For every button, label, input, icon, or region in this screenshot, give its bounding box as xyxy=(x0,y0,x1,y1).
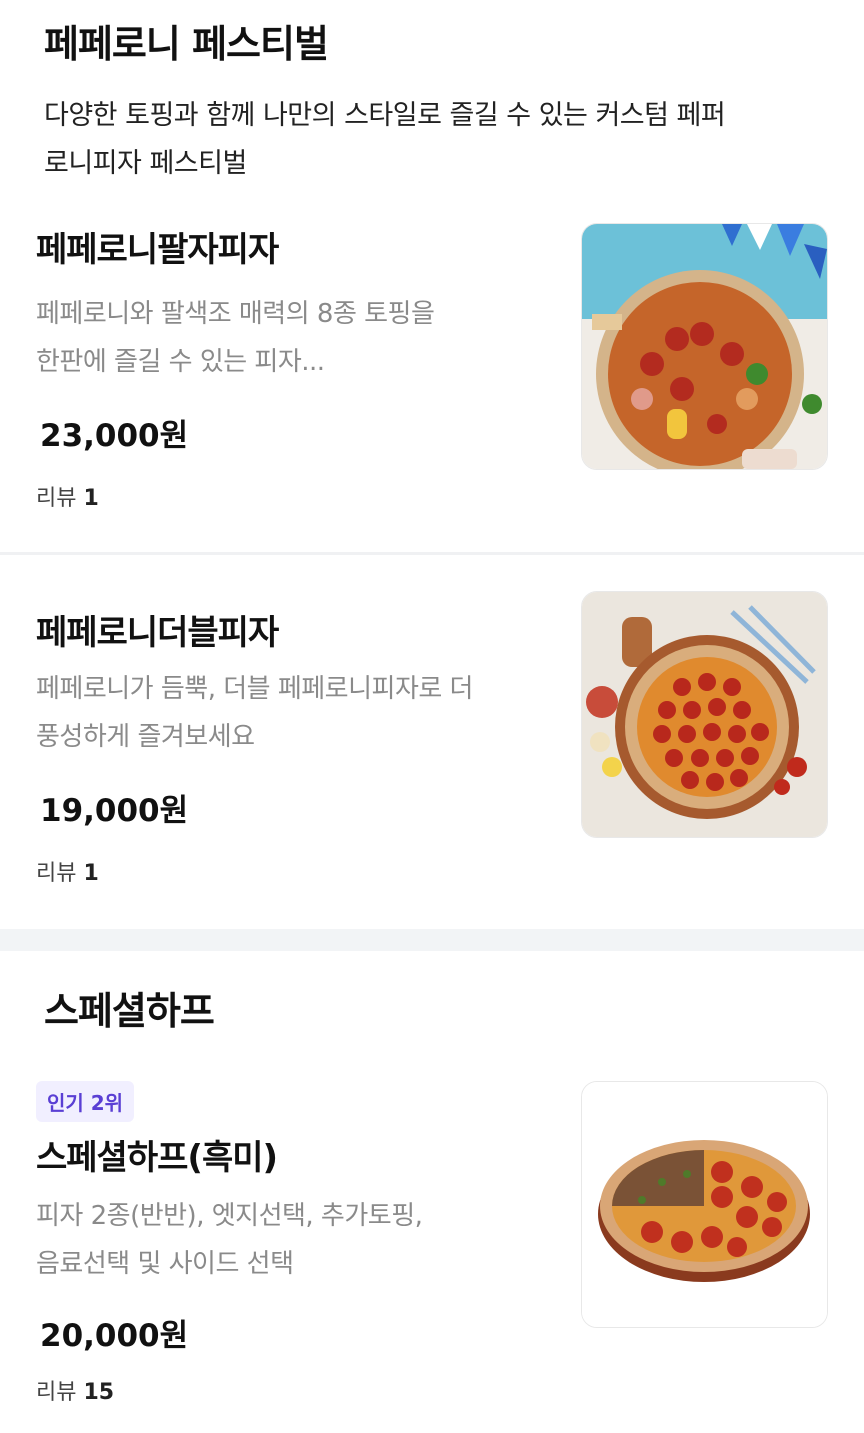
review-count: 15 xyxy=(83,1380,115,1405)
menu-item-description: 페페로니와 팔색조 매력의 8종 토핑을 한판에 즐길 수 있는 피자... xyxy=(36,290,556,386)
festival-section-title: 페페로니 페스티벌 xyxy=(44,22,329,66)
menu-item-pepperoni-palja[interactable]: 페페로니팔자피자 페페로니와 팔색조 매력의 8종 토핑을 한판에 즐길 수 있… xyxy=(0,188,864,552)
festival-description-line-1: 다양한 토핑과 함께 나만의 스타일로 즐길 수 있는 커스텀 페퍼 xyxy=(44,100,726,131)
menu-item-description-line: 한판에 즐길 수 있는 피자... xyxy=(36,347,325,377)
pizza-thumbnail-image[interactable] xyxy=(581,1081,828,1328)
review-label: 리뷰 xyxy=(36,861,77,886)
review-label: 리뷰 xyxy=(36,486,77,511)
menu-item-pepperoni-double[interactable]: 페페로니더블피자 페페로니가 듬뿍, 더블 페페로니피자로 더 풍성하게 즐겨보… xyxy=(0,555,864,929)
popularity-badge: 인기 2위 xyxy=(36,1081,135,1122)
review-count: 1 xyxy=(83,861,99,886)
menu-item-review-count: 리뷰 15 xyxy=(36,1378,828,1408)
review-label: 리뷰 xyxy=(36,1380,77,1405)
special-section-title: 스페셜하프 xyxy=(44,989,215,1033)
festival-section-header: 페페로니 페스티벌 다양한 토핑과 함께 나만의 스타일로 즐길 수 있는 커스… xyxy=(0,0,864,188)
festival-section-description: 다양한 토핑과 함께 나만의 스타일로 즐길 수 있는 커스텀 페퍼 로니피자 … xyxy=(44,92,820,188)
pizza-thumbnail-image[interactable] xyxy=(581,223,828,470)
menu-item-description: 피자 2종(반반), 엣지선택, 추가토핑, 음료선택 및 사이드 선택 xyxy=(36,1192,556,1288)
menu-item-description-line: 페페로니가 듬뿍, 더블 페페로니피자로 더 xyxy=(36,674,473,704)
menu-item-review-count: 리뷰 1 xyxy=(36,484,828,514)
menu-item-description-line: 페페로니와 팔색조 매력의 8종 토핑을 xyxy=(36,299,435,329)
pizza-thumbnail-image[interactable] xyxy=(581,591,828,838)
special-section-header: 스페셜하프 xyxy=(0,951,864,1037)
menu-item-review-count: 리뷰 1 xyxy=(36,859,828,889)
menu-item-description-line: 음료선택 및 사이드 선택 xyxy=(36,1249,294,1279)
menu-item-description-line: 피자 2종(반반), 엣지선택, 추가토핑, xyxy=(36,1201,423,1231)
section-divider xyxy=(0,929,864,951)
review-count: 1 xyxy=(83,486,99,511)
menu-item-description: 페페로니가 듬뿍, 더블 페페로니피자로 더 풍성하게 즐겨보세요 xyxy=(36,665,556,761)
menu-item-description-line: 풍성하게 즐겨보세요 xyxy=(36,722,255,752)
festival-description-line-2: 로니피자 페스티벌 xyxy=(44,148,247,179)
menu-item-special-half-heukmi[interactable]: 인기 2위 스페셜하프(흑미) 피자 2종(반반), 엣지선택, 추가토핑, 음… xyxy=(0,1037,864,1428)
